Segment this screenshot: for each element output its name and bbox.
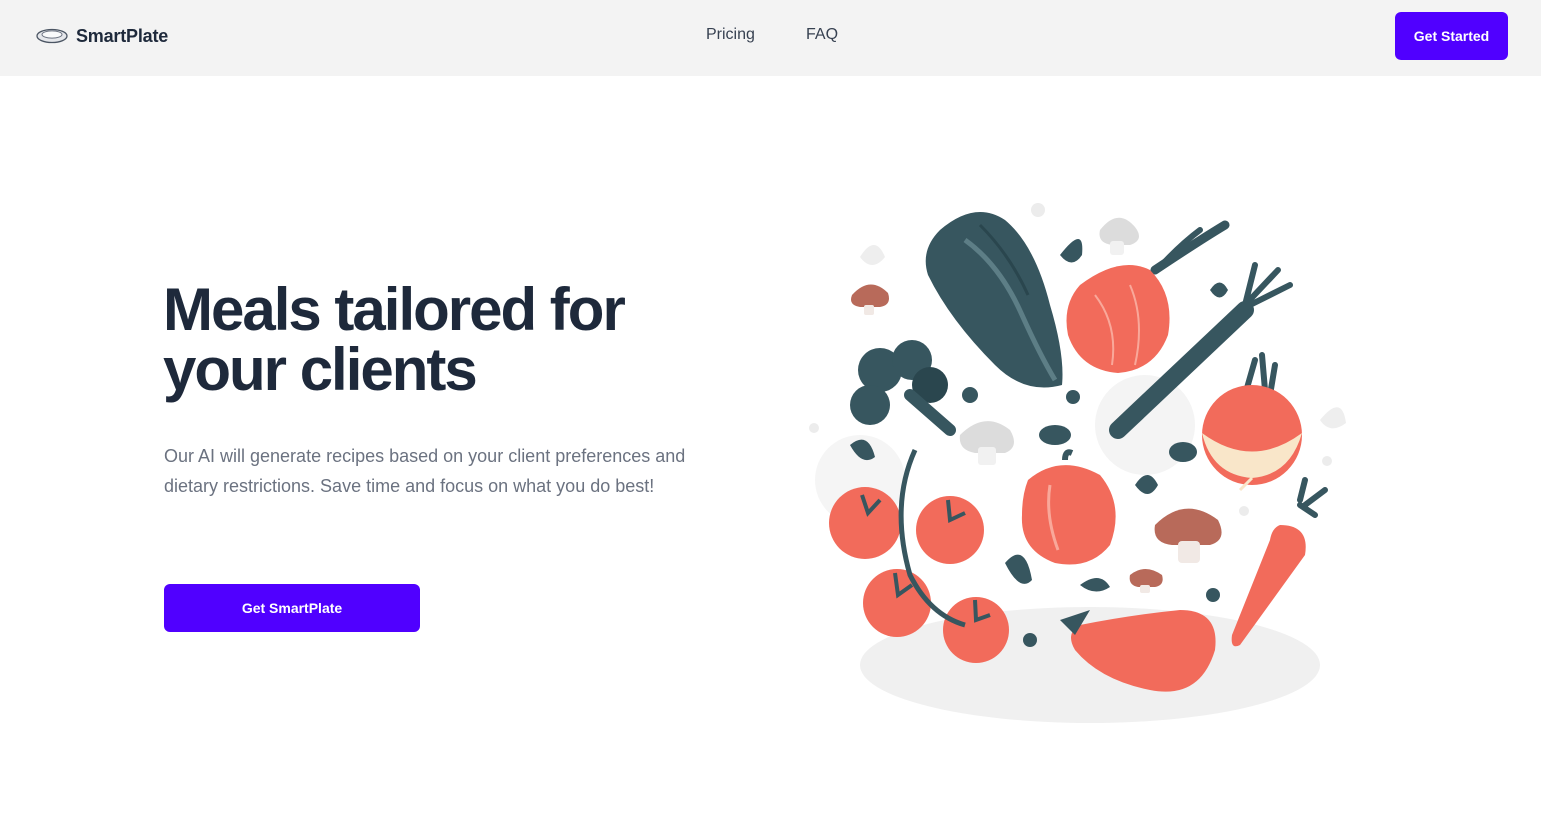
mushroom-brown-tiny <box>1129 569 1163 593</box>
bg-leaf <box>860 245 885 265</box>
bg-dot <box>1239 506 1249 516</box>
leaf <box>1080 577 1110 592</box>
mushroom-white <box>1099 217 1139 255</box>
leaf <box>1210 282 1228 298</box>
hero-description: Our AI will generate recipes based on yo… <box>164 446 686 496</box>
get-smartplate-button[interactable]: Get SmartPlate <box>164 584 420 632</box>
nav-link-faq[interactable]: FAQ <box>806 26 838 44</box>
radish <box>1202 352 1302 492</box>
bg-dot <box>1322 456 1332 466</box>
bg-dot <box>1031 203 1045 217</box>
nav-link-pricing[interactable]: Pricing <box>706 26 755 44</box>
nav-links: Pricing FAQ <box>0 26 1541 48</box>
get-started-button[interactable]: Get Started <box>1395 12 1508 60</box>
hero-title: Meals tailored for your clients <box>163 280 723 400</box>
bean <box>1206 588 1220 602</box>
leaf <box>1005 554 1032 584</box>
mushroom-brown-small <box>851 284 889 315</box>
vegetables-illustration <box>809 203 1346 723</box>
mushroom-brown <box>1154 508 1222 563</box>
bell-pepper <box>1021 449 1116 565</box>
broccoli <box>850 340 956 436</box>
hero-title-line-1: Meals tailored for <box>163 276 626 343</box>
bean <box>1169 442 1197 462</box>
bean <box>1039 425 1071 445</box>
mushroom-white-2 <box>959 421 1014 465</box>
bg-dot <box>809 423 819 433</box>
bean <box>962 387 978 403</box>
leaf <box>1060 239 1083 263</box>
bean <box>1066 390 1080 404</box>
bg-leaf <box>1320 407 1346 429</box>
navbar: SmartPlate Pricing FAQ Get Started <box>0 0 1541 76</box>
carrot <box>1231 477 1328 647</box>
bean <box>1023 633 1037 647</box>
hero-title-line-2: your clients <box>163 336 478 403</box>
leaf <box>1135 475 1158 494</box>
lettuce <box>925 212 1063 388</box>
